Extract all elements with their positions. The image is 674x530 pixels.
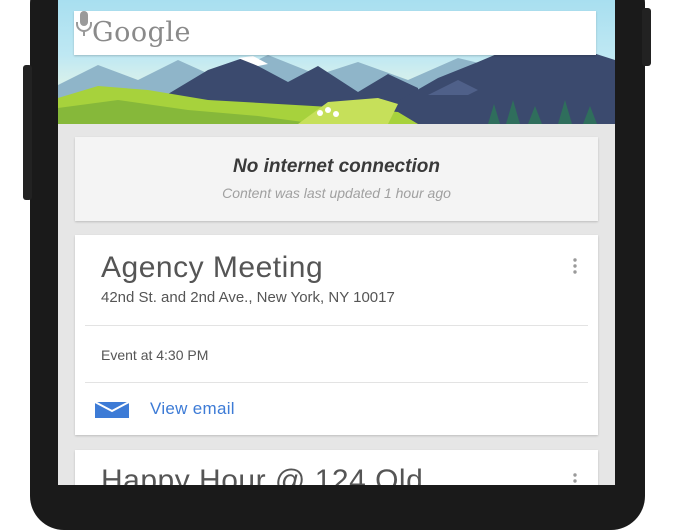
microphone-icon[interactable] [74,11,94,37]
offline-subtitle: Content was last updated 1 hour ago [222,185,451,201]
phone-screen: Google No internet connection Content wa… [58,0,615,485]
volume-button [23,65,32,200]
divider [85,325,588,326]
overflow-menu-icon[interactable] [572,473,578,485]
event-address: 42nd St. and 2nd Ave., New York, NY 1001… [101,289,395,306]
power-button [642,8,651,66]
view-email-label: View email [150,399,235,418]
event-card[interactable]: Agency Meeting 42nd St. and 2nd Ave., Ne… [75,235,598,435]
event-title-next: Happy Hour @ 124 Old [101,464,424,485]
overflow-menu-icon[interactable] [572,258,578,274]
search-bar[interactable]: Google [74,11,596,55]
divider [85,382,588,383]
mail-icon [95,402,129,418]
view-email-button[interactable]: View email [95,399,295,421]
header-landscape: Google [58,0,615,124]
event-card-next[interactable]: Happy Hour @ 124 Old [75,450,598,485]
offline-card: No internet connection Content was last … [75,137,598,221]
event-title: Agency Meeting [101,251,324,284]
offline-title: No internet connection [233,156,440,177]
event-time: Event at 4:30 PM [101,347,209,363]
google-logo: Google [92,17,191,48]
